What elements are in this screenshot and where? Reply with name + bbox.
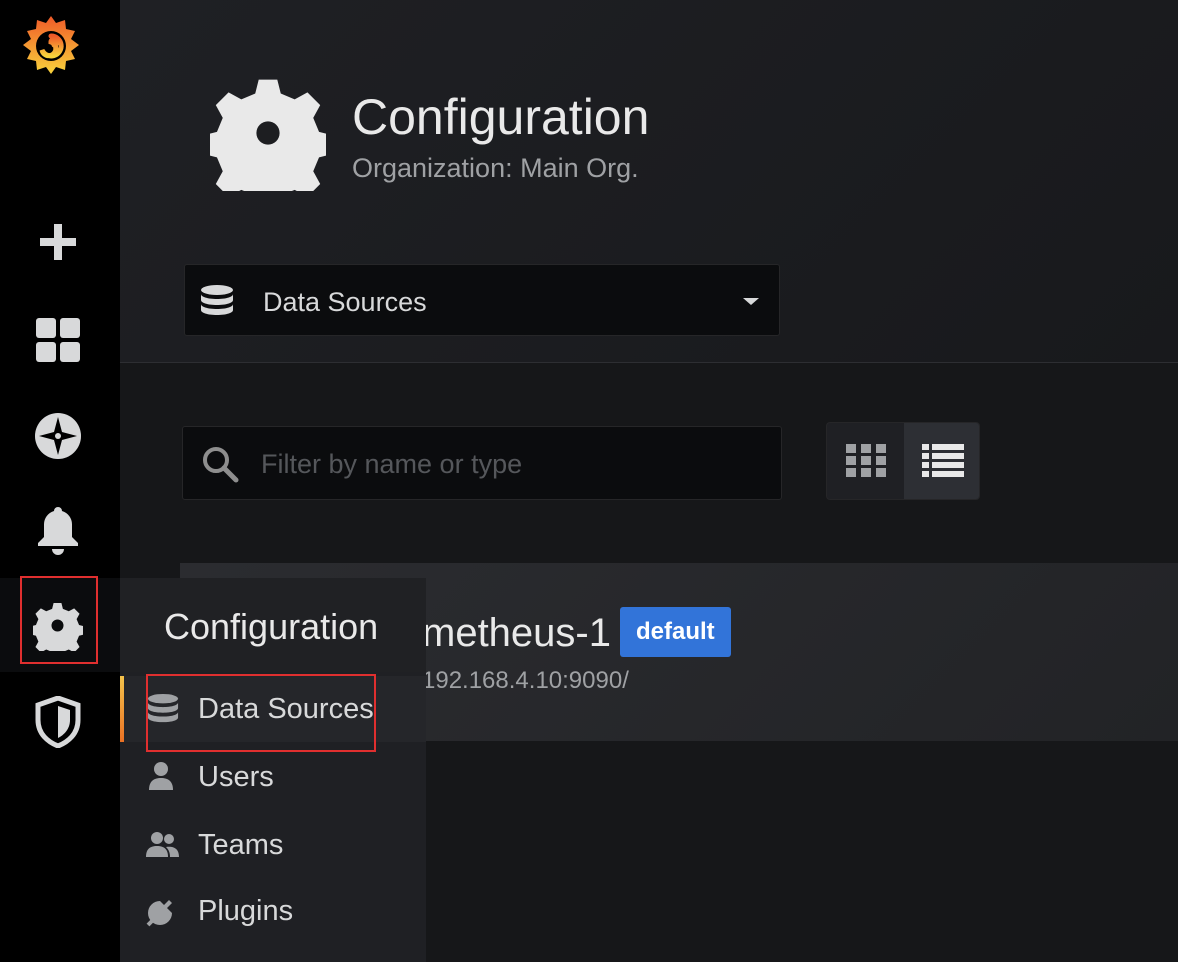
grid-view-icon: [845, 444, 886, 477]
menu-item-label: Plugins: [198, 895, 294, 927]
side-menu: [0, 0, 120, 962]
caret-down-icon: [743, 298, 759, 305]
datasource-name: metheus-1: [422, 611, 611, 655]
menu-item-users[interactable]: Users: [120, 744, 426, 810]
grafana-logo-icon[interactable]: [18, 12, 84, 78]
page-nav-select[interactable]: Data Sources: [184, 264, 780, 336]
user-icon: [149, 762, 173, 790]
menu-item-label: Teams: [198, 829, 284, 861]
configuration-highlight-box: [20, 576, 98, 664]
configuration-menu-header[interactable]: Configuration: [120, 578, 426, 672]
page-title: Configuration: [352, 89, 650, 145]
dashboards-icon[interactable]: [30, 312, 86, 368]
alerting-icon[interactable]: [30, 502, 86, 558]
configuration-dropdown-menu: Configuration Data Sources Users Teams P…: [120, 578, 426, 962]
menu-item-label: Users: [198, 761, 274, 793]
page-nav-select-label: Data Sources: [263, 287, 427, 317]
page-header-gear-icon: [210, 79, 326, 191]
page-subtitle: Organization: Main Org.: [352, 153, 639, 183]
page-header: Configuration Organization: Main Org. Da…: [120, 0, 1178, 363]
menu-item-teams[interactable]: Teams: [120, 812, 426, 878]
create-icon[interactable]: [30, 214, 86, 270]
list-view-icon: [921, 444, 964, 477]
grid-view-button[interactable]: [827, 423, 904, 499]
configuration-menu-title: Configuration: [164, 606, 379, 647]
search-field[interactable]: [182, 426, 782, 500]
menu-item-plugins[interactable]: Plugins: [120, 878, 426, 944]
default-badge: default: [620, 607, 731, 657]
datasource-url: 192.168.4.10:9090/: [422, 667, 629, 694]
database-icon: [201, 285, 233, 315]
search-icon: [203, 447, 239, 483]
layout-toggle: [826, 422, 980, 500]
list-view-button[interactable]: [904, 423, 979, 499]
explore-icon[interactable]: [30, 408, 86, 464]
server-admin-icon[interactable]: [30, 694, 86, 750]
teams-icon: [146, 832, 179, 857]
active-indicator: [120, 676, 124, 742]
search-input[interactable]: [259, 437, 763, 491]
plug-icon: [146, 900, 172, 927]
data-sources-highlight-box: [146, 674, 376, 752]
